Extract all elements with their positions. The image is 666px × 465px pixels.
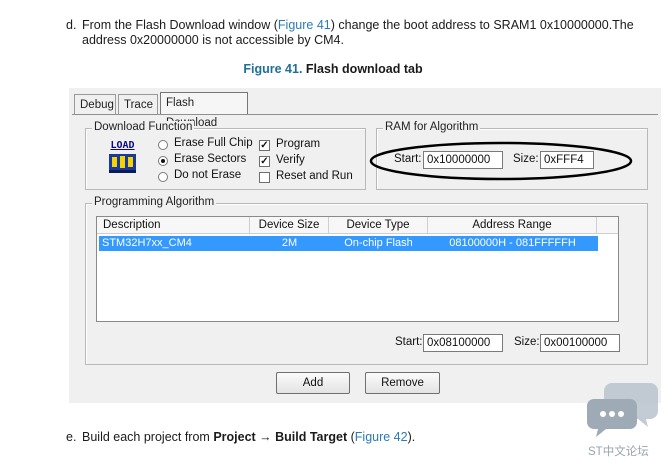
- prog-size-input[interactable]: 0x00100000: [540, 334, 620, 352]
- step-e-bold: Project → Build Target: [213, 430, 348, 444]
- highlight-ellipse: [369, 141, 633, 181]
- table-row[interactable]: STM32H7xx_CM4 2M On-chip Flash 08100000H…: [99, 236, 598, 251]
- column-description[interactable]: Description: [97, 217, 250, 233]
- checkbox-program[interactable]: ✓: [259, 140, 270, 151]
- tab-flash-download[interactable]: Flash Download: [160, 92, 248, 129]
- row-description: STM32H7xx_CM4: [102, 237, 192, 249]
- checkbox-reset-and-run[interactable]: [259, 172, 270, 183]
- radio-erase-sectors[interactable]: [158, 156, 168, 166]
- watermark-text: ST中文论坛: [588, 446, 649, 458]
- column-device-size[interactable]: Device Size: [250, 217, 329, 233]
- column-address-range[interactable]: Address Range: [428, 217, 597, 233]
- programming-algorithm-legend: Programming Algorithm: [92, 196, 217, 208]
- download-function-legend: Download Function: [92, 121, 195, 133]
- step-d-line-2: address 0x20000000 is not accessible by …: [82, 33, 344, 47]
- step-d-line-1: From the Flash Download window (Figure 4…: [82, 17, 662, 33]
- figure-title: Flash download tab: [305, 62, 423, 76]
- radio-erase-full-chip-label: Erase Full Chip: [174, 137, 253, 149]
- tab-debug[interactable]: Debug: [74, 94, 116, 114]
- step-e-text-a: Build each project from: [82, 430, 214, 444]
- load-icon: LOAD: [106, 141, 139, 175]
- algorithm-list-header: Description Device Size Device Type Addr…: [97, 217, 618, 234]
- chat-bubble-icon: [587, 383, 658, 437]
- radio-erase-sectors-label: Erase Sectors: [174, 153, 247, 165]
- load-icon-text: LOAD: [110, 140, 135, 151]
- prog-size-label: Size:: [514, 336, 540, 348]
- step-d-text-a: From the Flash Download window (: [82, 18, 278, 32]
- checkbox-verify[interactable]: ✓: [259, 156, 270, 167]
- add-button[interactable]: Add: [276, 372, 350, 394]
- checkbox-program-label: Program: [276, 138, 321, 150]
- radio-do-not-erase[interactable]: [158, 172, 168, 182]
- radio-do-not-erase-label: Do not Erase: [174, 169, 242, 181]
- step-d-text-b: ) change the boot address to SRAM1 0x100…: [330, 18, 634, 32]
- step-e-text-c: ).: [407, 430, 416, 444]
- radio-erase-full-chip[interactable]: [158, 140, 168, 150]
- ram-for-algorithm-legend: RAM for Algorithm: [383, 121, 481, 133]
- figure-41-link[interactable]: Figure 41: [278, 18, 331, 32]
- checkbox-reset-and-run-label: Reset and Run: [276, 170, 353, 182]
- remove-button[interactable]: Remove: [365, 372, 440, 394]
- prog-start-input[interactable]: 0x08100000: [423, 334, 503, 352]
- step-e-text-b: (: [347, 430, 355, 444]
- row-device-size: 2M: [281, 237, 298, 249]
- tab-trace[interactable]: Trace: [118, 94, 158, 114]
- row-address-range: 08100000H - 081FFFFFH: [449, 237, 576, 249]
- checkbox-verify-label: Verify: [276, 154, 305, 166]
- step-d-marker: d.: [66, 18, 77, 32]
- row-device-type: On-chip Flash: [344, 237, 413, 249]
- figure-number: Figure 41.: [243, 62, 303, 76]
- step-e-line: Build each project from Project → Build …: [82, 429, 415, 445]
- prog-start-label: Start:: [395, 336, 423, 348]
- column-device-type[interactable]: Device Type: [329, 217, 428, 233]
- figure-42-link[interactable]: Figure 42: [355, 430, 408, 444]
- figure-caption: Figure 41. Flash download tab: [0, 62, 666, 76]
- step-e-marker: e.: [66, 430, 77, 444]
